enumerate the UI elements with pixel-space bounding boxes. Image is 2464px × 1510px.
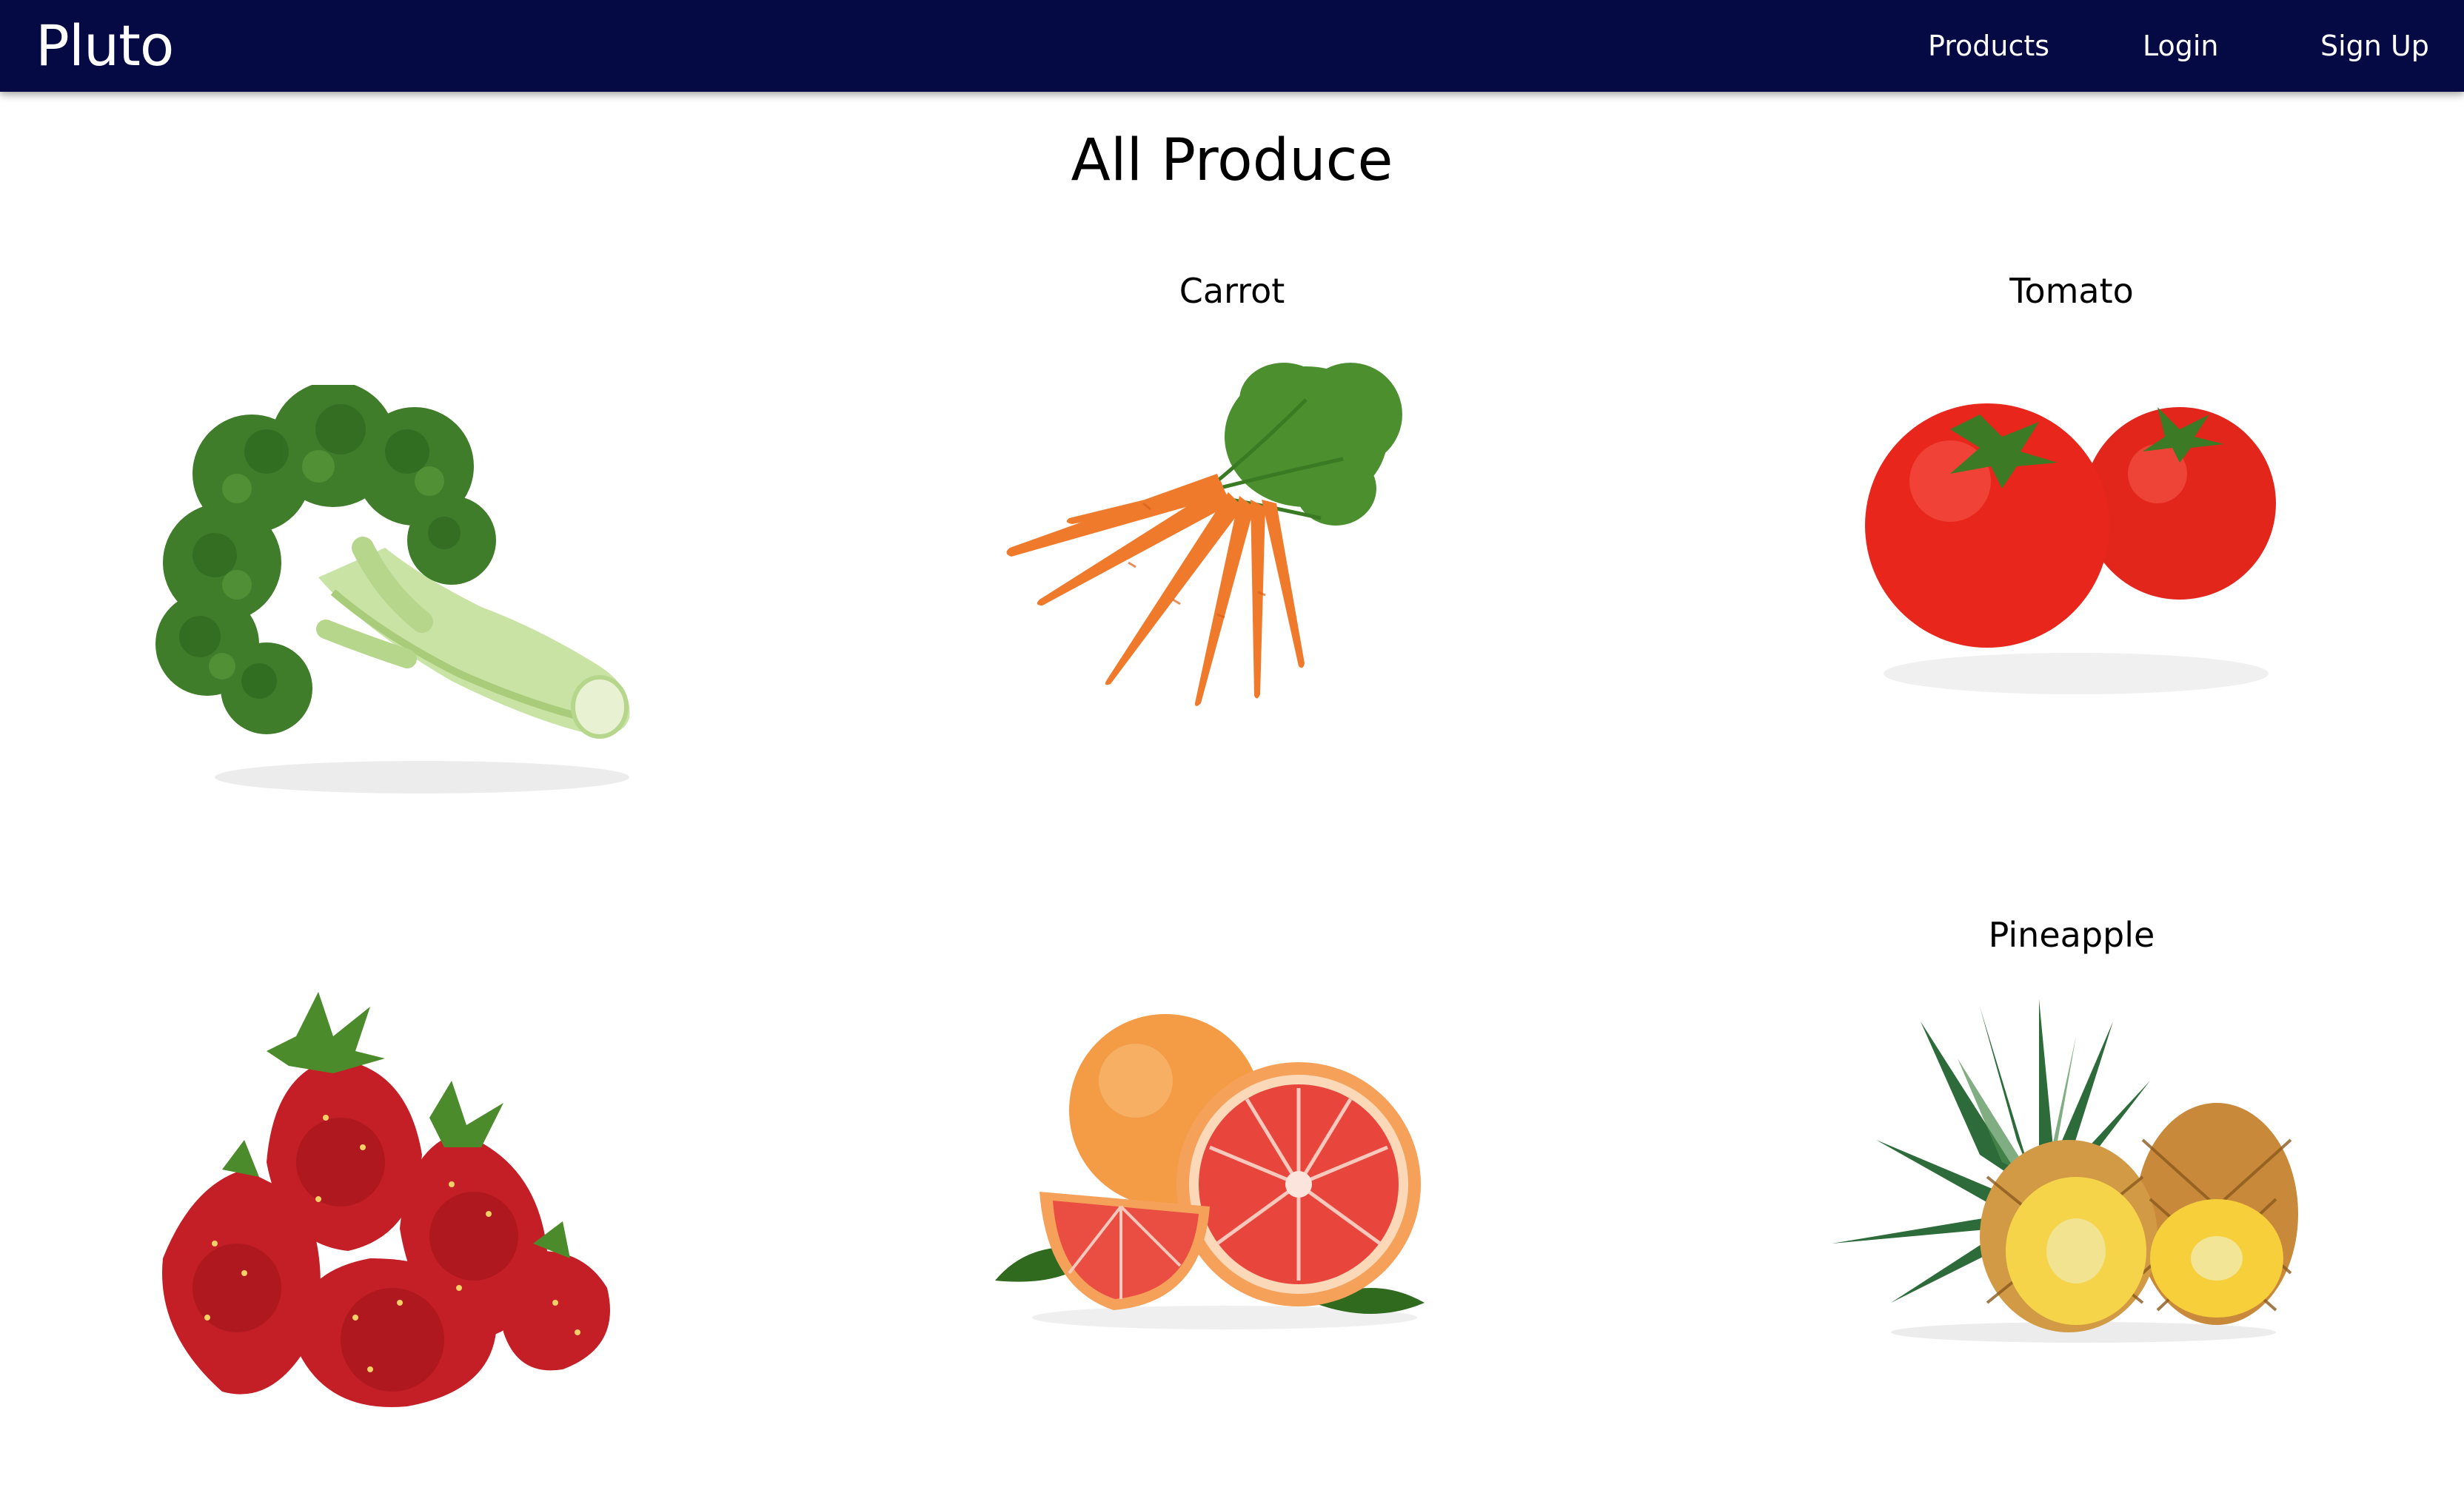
product-card-carrot[interactable]: Carrot xyxy=(847,274,1617,866)
strawberry-icon xyxy=(162,992,610,1407)
product-card-pineapple[interactable]: Pineapple xyxy=(1687,918,2457,1510)
grapefruit-image[interactable] xyxy=(988,1007,1447,1332)
product-name: Pineapple xyxy=(1988,915,2155,955)
tomato-icon xyxy=(1865,403,2276,694)
pineapple-image[interactable] xyxy=(1832,992,2306,1347)
nav-signup-link[interactable]: Sign Up xyxy=(2320,32,2429,60)
carrot-icon xyxy=(1006,363,1402,706)
product-card-grapefruit[interactable] xyxy=(847,918,1617,1510)
brand-logo-link[interactable]: Pluto xyxy=(36,18,174,74)
product-card-strawberry[interactable] xyxy=(0,918,770,1510)
grapefruit-icon xyxy=(995,1014,1424,1329)
product-card-broccoli[interactable] xyxy=(0,274,770,866)
pineapple-icon xyxy=(1832,999,2298,1343)
nav-products-link[interactable]: Products xyxy=(1928,32,2049,60)
carrot-image[interactable] xyxy=(995,355,1410,711)
strawberry-image[interactable] xyxy=(148,992,652,1421)
product-card-tomato[interactable]: Tomato xyxy=(1687,274,2457,866)
broccoli-image[interactable] xyxy=(141,385,644,799)
nav-login-link[interactable]: Login xyxy=(2143,32,2219,60)
page-title: All Produce xyxy=(1071,127,1393,194)
broccoli-icon xyxy=(155,385,630,793)
top-navbar: Pluto Products Login Sign Up xyxy=(0,0,2464,92)
product-name: Tomato xyxy=(2009,271,2134,311)
product-name: Carrot xyxy=(1179,271,1285,311)
tomato-image[interactable] xyxy=(1861,378,2291,703)
